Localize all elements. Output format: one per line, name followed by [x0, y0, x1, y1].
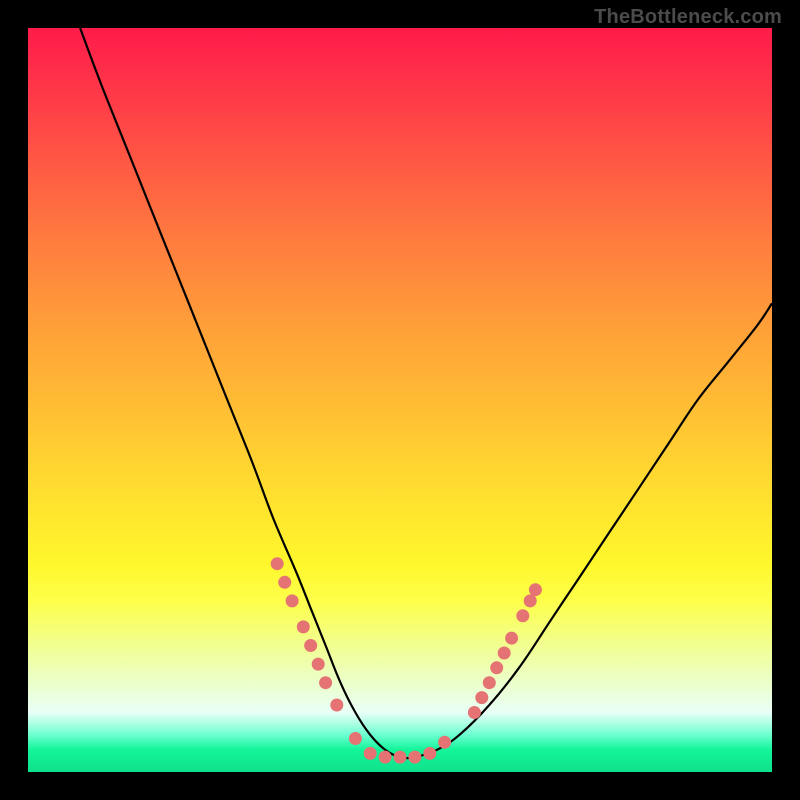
salmon-dot: [505, 632, 518, 645]
salmon-dot: [475, 691, 488, 704]
chart-svg: [28, 28, 772, 772]
salmon-dot: [297, 620, 310, 633]
salmon-dot: [516, 609, 529, 622]
salmon-dot: [349, 732, 362, 745]
watermark-text: TheBottleneck.com: [594, 6, 782, 29]
salmon-dot: [498, 647, 511, 660]
salmon-dot: [529, 583, 542, 596]
salmon-dot: [408, 751, 421, 764]
salmon-dot: [490, 661, 503, 674]
salmon-dot: [438, 736, 451, 749]
salmon-dot: [379, 751, 392, 764]
salmon-dot: [524, 594, 537, 607]
salmon-dot: [319, 676, 332, 689]
bottleneck-curve: [80, 28, 772, 758]
salmon-dot: [271, 557, 284, 570]
salmon-dot: [286, 594, 299, 607]
salmon-dot: [483, 676, 496, 689]
salmon-dot: [364, 747, 377, 760]
salmon-dots-group: [271, 557, 542, 763]
chart-stage: TheBottleneck.com: [0, 0, 800, 800]
salmon-dot: [468, 706, 481, 719]
plot-area: [28, 28, 772, 772]
salmon-dot: [394, 751, 407, 764]
salmon-dot: [304, 639, 317, 652]
salmon-dot: [278, 576, 291, 589]
salmon-dot: [312, 658, 325, 671]
salmon-dot: [330, 699, 343, 712]
salmon-dot: [423, 747, 436, 760]
